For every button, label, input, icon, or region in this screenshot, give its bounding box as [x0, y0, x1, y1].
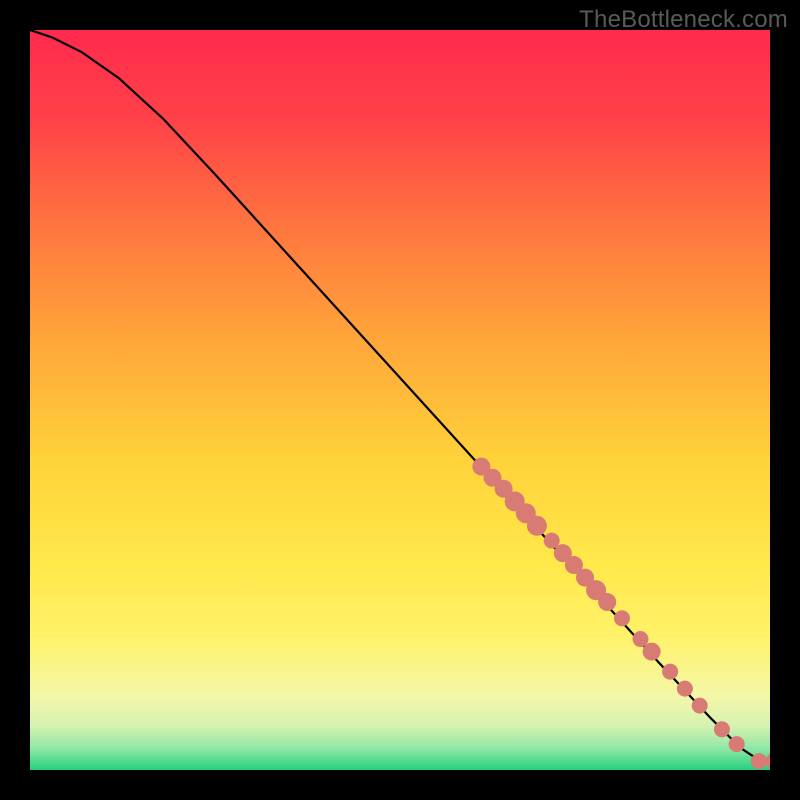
- data-marker: [643, 643, 661, 661]
- chart-svg: [30, 30, 770, 770]
- data-marker: [692, 698, 708, 714]
- data-marker: [751, 753, 767, 769]
- gradient-background: [30, 30, 770, 770]
- data-marker: [662, 664, 678, 680]
- data-marker: [729, 736, 745, 752]
- data-marker: [677, 681, 693, 697]
- data-marker: [614, 610, 630, 626]
- data-marker: [527, 516, 547, 536]
- chart-stage: TheBottleneck.com: [0, 0, 800, 800]
- watermark-label: TheBottleneck.com: [579, 6, 788, 34]
- chart-plot: [30, 30, 770, 770]
- data-marker: [714, 721, 730, 737]
- data-marker: [598, 593, 616, 611]
